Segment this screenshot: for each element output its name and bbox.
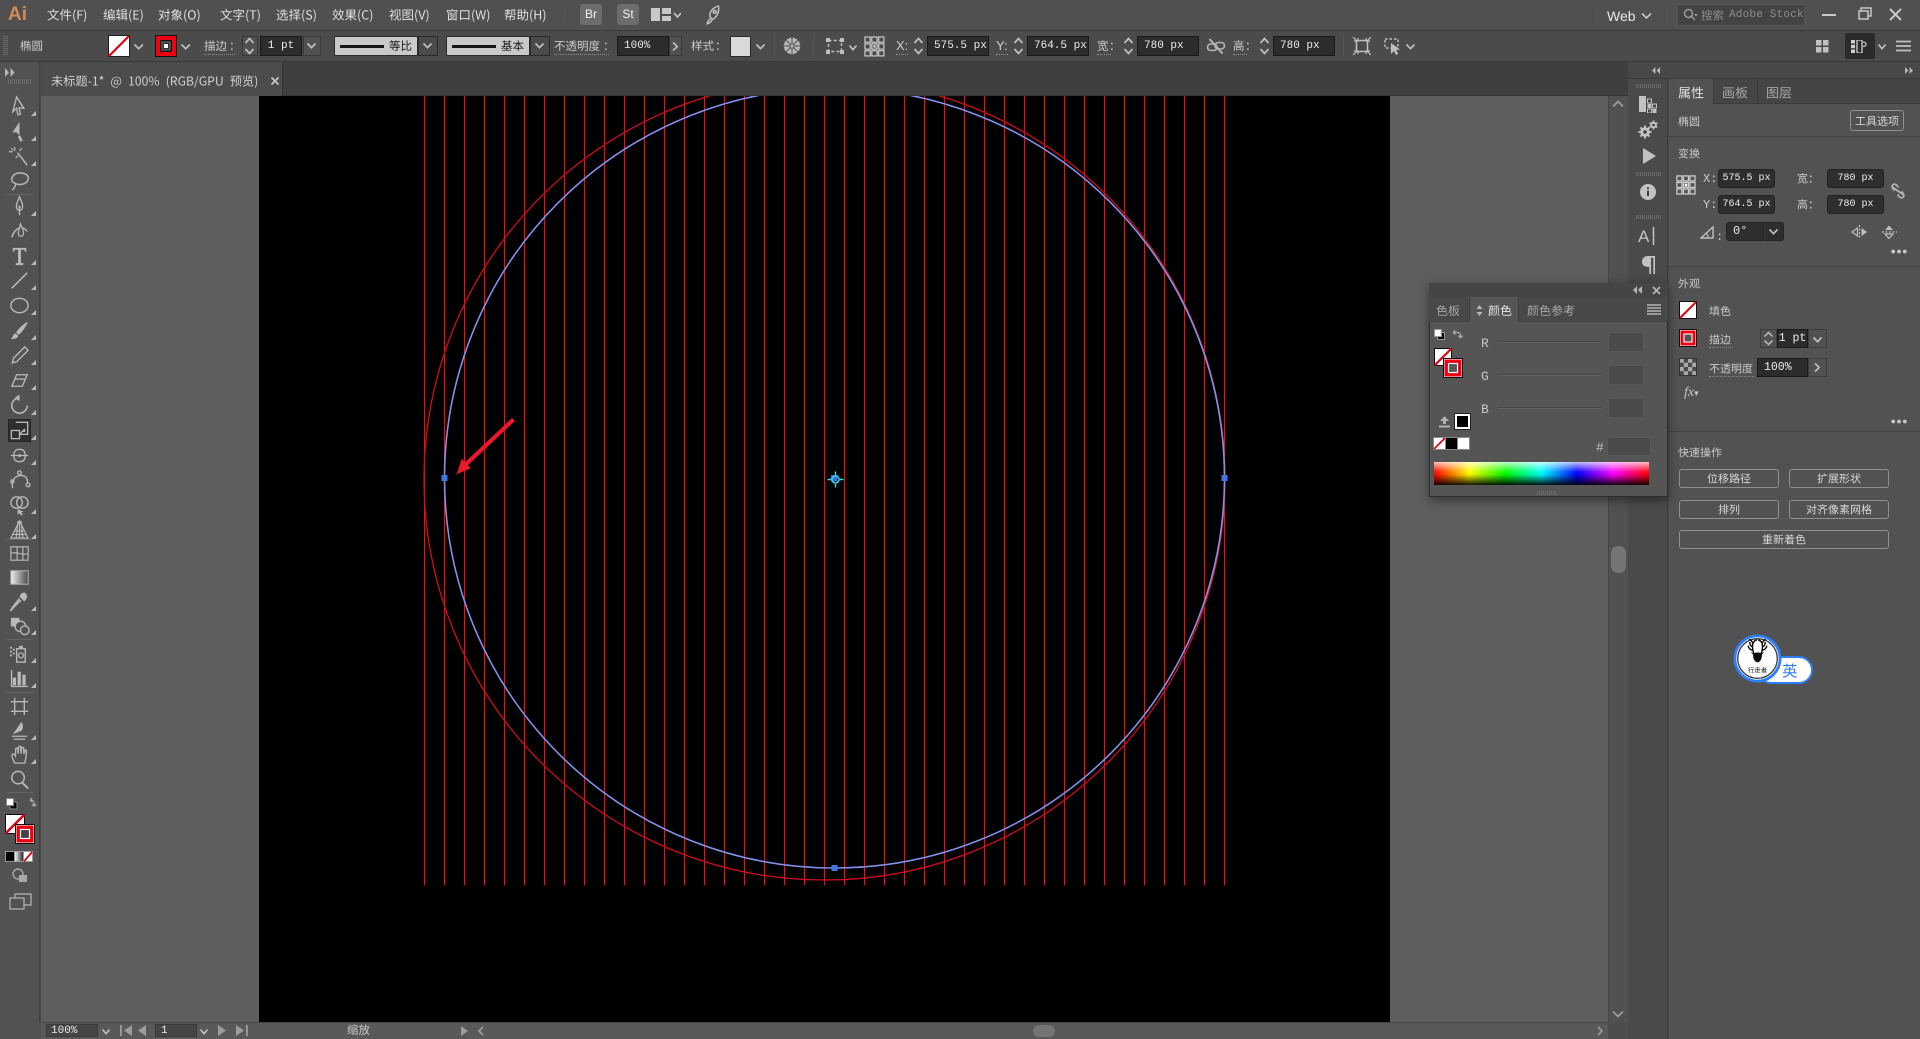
svg-text:A: A <box>1638 227 1650 246</box>
